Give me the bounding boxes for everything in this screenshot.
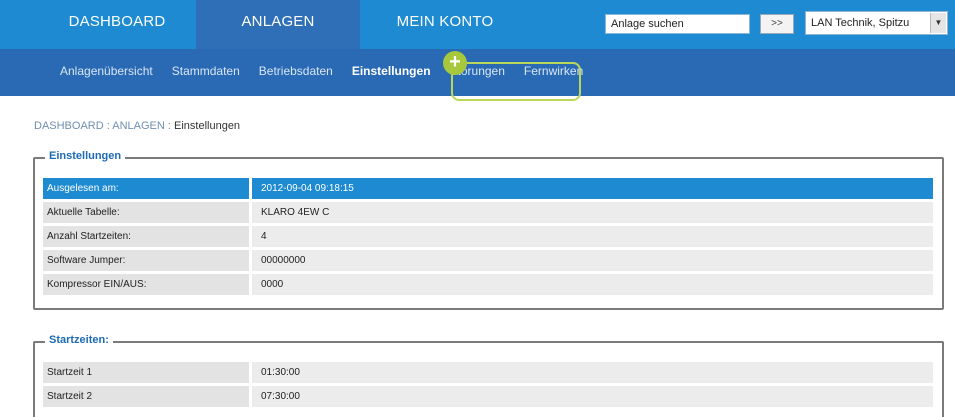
plus-icon: +	[443, 51, 467, 75]
highlight-callout	[451, 62, 581, 101]
subnav-stammdaten[interactable]: Stammdaten	[172, 64, 240, 78]
subnav-einstellungen[interactable]: Einstellungen	[352, 64, 431, 78]
row-value: 4	[252, 226, 933, 247]
table-row[interactable]: Software Jumper: 00000000	[43, 250, 933, 271]
tab-mein-konto[interactable]: MEIN KONTO	[360, 0, 530, 49]
einstellungen-table: Ausgelesen am: 2012-09-04 09:18:15 Aktue…	[43, 178, 933, 298]
table-row[interactable]: Startzeit 1 01:30:00	[43, 362, 933, 383]
tab-anlagen[interactable]: ANLAGEN	[196, 0, 360, 49]
account-select[interactable]: LAN Technik, Spitzu ▼	[805, 11, 948, 35]
row-value: 01:30:00	[252, 362, 933, 383]
breadcrumb-dashboard[interactable]: DASHBOARD	[34, 120, 104, 132]
row-label: Startzeit 2	[43, 386, 249, 407]
table-row[interactable]: Aktuelle Tabelle: KLARO 4EW C	[43, 202, 933, 223]
row-value: 07:30:00	[252, 386, 933, 407]
table-row[interactable]: Startzeit 2 07:30:00	[43, 386, 933, 407]
einstellungen-panel: Einstellungen Ausgelesen am: 2012-09-04 …	[33, 150, 944, 310]
table-row[interactable]: Ausgelesen am: 2012-09-04 09:18:15	[43, 178, 933, 199]
subnav-betriebsdaten[interactable]: Betriebsdaten	[259, 64, 333, 78]
breadcrumb-current: Einstellungen	[174, 120, 241, 132]
startzeiten-legend: Startzeiten:	[45, 334, 113, 346]
row-value: 00000000	[252, 250, 933, 271]
tab-dashboard[interactable]: DASHBOARD	[38, 0, 196, 49]
row-value: 0000	[252, 274, 933, 295]
row-label: Software Jumper:	[43, 250, 249, 271]
table-row[interactable]: Kompressor EIN/AUS: 0000	[43, 274, 933, 295]
row-label: Anzahl Startzeiten:	[43, 226, 249, 247]
row-label: Ausgelesen am:	[43, 178, 249, 199]
row-label: Kompressor EIN/AUS:	[43, 274, 249, 295]
breadcrumb: DASHBOARD : ANLAGEN : Einstellungen	[34, 120, 240, 132]
startzeiten-table: Startzeit 1 01:30:00 Startzeit 2 07:30:0…	[43, 362, 933, 410]
row-label: Aktuelle Tabelle:	[43, 202, 249, 223]
table-row[interactable]: Anzahl Startzeiten: 4	[43, 226, 933, 247]
breadcrumb-anlagen[interactable]: ANLAGEN	[112, 120, 165, 132]
chevron-down-icon[interactable]: ▼	[930, 13, 946, 33]
row-value: KLARO 4EW C	[252, 202, 933, 223]
row-value: 2012-09-04 09:18:15	[252, 178, 933, 199]
einstellungen-legend: Einstellungen	[45, 150, 126, 162]
startzeiten-panel: Startzeiten: Startzeit 1 01:30:00 Startz…	[33, 334, 944, 417]
main-nav: DASHBOARD ANLAGEN MEIN KONTO	[38, 0, 530, 49]
subnav-anlagenuebersicht[interactable]: Anlagenübersicht	[60, 64, 153, 78]
search-button[interactable]: >>	[760, 14, 794, 34]
breadcrumb-separator: :	[164, 120, 174, 132]
breadcrumb-separator: :	[103, 120, 113, 132]
row-label: Startzeit 1	[43, 362, 249, 383]
search-input[interactable]: Anlage suchen	[605, 14, 750, 34]
account-select-value: LAN Technik, Spitzu	[811, 17, 910, 29]
